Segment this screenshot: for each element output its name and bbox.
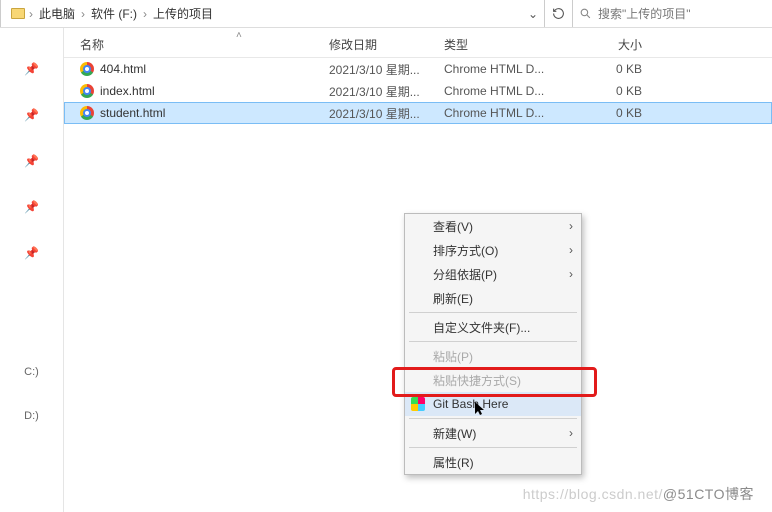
search-input[interactable]: 搜索"上传的项目" xyxy=(572,0,772,27)
ctx-paste: 粘贴(P) xyxy=(405,344,581,368)
git-icon xyxy=(411,397,425,411)
file-name-cell: index.html xyxy=(74,84,329,98)
drive-label-d[interactable]: D:) xyxy=(24,410,39,422)
ctx-paste-shortcut: 粘贴快捷方式(S) xyxy=(405,368,581,392)
table-row[interactable]: student.html 2021/3/10 星期...Chrome HTML D… xyxy=(64,102,772,124)
breadcrumb-drive[interactable]: 软件 (F:) xyxy=(89,3,139,24)
pin-icon: 📌 xyxy=(24,154,39,168)
context-menu: 查看(V) 排序方式(O) 分组依据(P) 刷新(E) 自定义文件夹(F)...… xyxy=(404,213,582,475)
table-row[interactable]: 404.html 2021/3/10 星期...Chrome HTML D...0… xyxy=(64,58,772,80)
file-size: 0 KB xyxy=(579,84,664,98)
search-icon xyxy=(579,7,592,20)
file-date: 2021/3/10 星期... xyxy=(329,61,444,78)
chrome-icon xyxy=(80,62,94,76)
address-bar: › 此电脑 › 软件 (F:) › 上传的项目 ⌄ 搜索"上传的项目" xyxy=(0,0,772,28)
ctx-view[interactable]: 查看(V) xyxy=(405,214,581,238)
column-headers[interactable]: ˄ 名称 修改日期 类型 大小 xyxy=(64,28,772,58)
column-type[interactable]: 类型 xyxy=(444,36,579,53)
chevron-right-icon: › xyxy=(77,7,89,21)
chevron-right-icon: › xyxy=(25,7,37,21)
quick-access-gutter: 📌 📌 📌 📌 📌 C:) D:) xyxy=(0,28,64,512)
chevron-right-icon: › xyxy=(139,7,151,21)
pin-icon: 📌 xyxy=(24,108,39,122)
watermark-url: https://blog.csdn.net/ xyxy=(523,486,663,502)
ctx-properties[interactable]: 属性(R) xyxy=(405,450,581,474)
file-name: 404.html xyxy=(100,62,146,76)
drive-label-c[interactable]: C:) xyxy=(24,366,39,378)
ctx-separator xyxy=(409,418,577,419)
ctx-group[interactable]: 分组依据(P) xyxy=(405,262,581,286)
file-name-cell: student.html xyxy=(74,106,329,120)
column-date[interactable]: 修改日期 xyxy=(329,36,444,53)
breadcrumb-folder[interactable]: 上传的项目 xyxy=(151,3,215,24)
ctx-customize[interactable]: 自定义文件夹(F)... xyxy=(405,315,581,339)
sort-indicator-icon: ˄ xyxy=(236,30,242,41)
file-type: Chrome HTML D... xyxy=(444,106,579,120)
breadcrumb[interactable]: › 此电脑 › 软件 (F:) › 上传的项目 ⌄ xyxy=(0,0,544,27)
ctx-git-bash-label: Git Bash Here xyxy=(433,397,508,411)
file-type: Chrome HTML D... xyxy=(444,62,579,76)
file-date: 2021/3/10 星期... xyxy=(329,83,444,100)
ctx-separator xyxy=(409,312,577,313)
cursor-icon xyxy=(475,402,485,416)
pin-icon: 📌 xyxy=(24,62,39,76)
refresh-icon xyxy=(552,7,565,20)
ctx-git-bash[interactable]: Git Bash Here xyxy=(405,392,581,416)
file-name-cell: 404.html xyxy=(74,62,329,76)
ctx-sort[interactable]: 排序方式(O) xyxy=(405,238,581,262)
ctx-separator xyxy=(409,341,577,342)
ctx-separator xyxy=(409,447,577,448)
chrome-icon xyxy=(80,84,94,98)
chrome-icon xyxy=(80,106,94,120)
file-size: 0 KB xyxy=(579,62,664,76)
pin-icon: 📌 xyxy=(24,200,39,214)
file-date: 2021/3/10 星期... xyxy=(329,105,444,122)
ctx-new[interactable]: 新建(W) xyxy=(405,421,581,445)
file-name: index.html xyxy=(100,84,155,98)
file-size: 0 KB xyxy=(579,106,664,120)
watermark-brand: @51CTO博客 xyxy=(663,486,754,502)
watermark: https://blog.csdn.net/@51CTO博客 xyxy=(523,484,754,504)
ctx-refresh[interactable]: 刷新(E) xyxy=(405,286,581,310)
file-name: student.html xyxy=(100,106,165,120)
folder-icon xyxy=(11,8,25,19)
column-size[interactable]: 大小 xyxy=(579,36,664,53)
search-placeholder: 搜索"上传的项目" xyxy=(598,5,691,22)
refresh-button[interactable] xyxy=(544,0,572,27)
chevron-down-icon[interactable]: ⌄ xyxy=(522,7,544,21)
table-row[interactable]: index.html 2021/3/10 星期...Chrome HTML D..… xyxy=(64,80,772,102)
file-list: ˄ 名称 修改日期 类型 大小 404.html2021/3/10 星期...C… xyxy=(64,28,772,512)
pin-icon: 📌 xyxy=(24,246,39,260)
breadcrumb-root[interactable]: 此电脑 xyxy=(37,3,77,24)
column-name[interactable]: 名称 xyxy=(74,36,329,53)
file-type: Chrome HTML D... xyxy=(444,84,579,98)
